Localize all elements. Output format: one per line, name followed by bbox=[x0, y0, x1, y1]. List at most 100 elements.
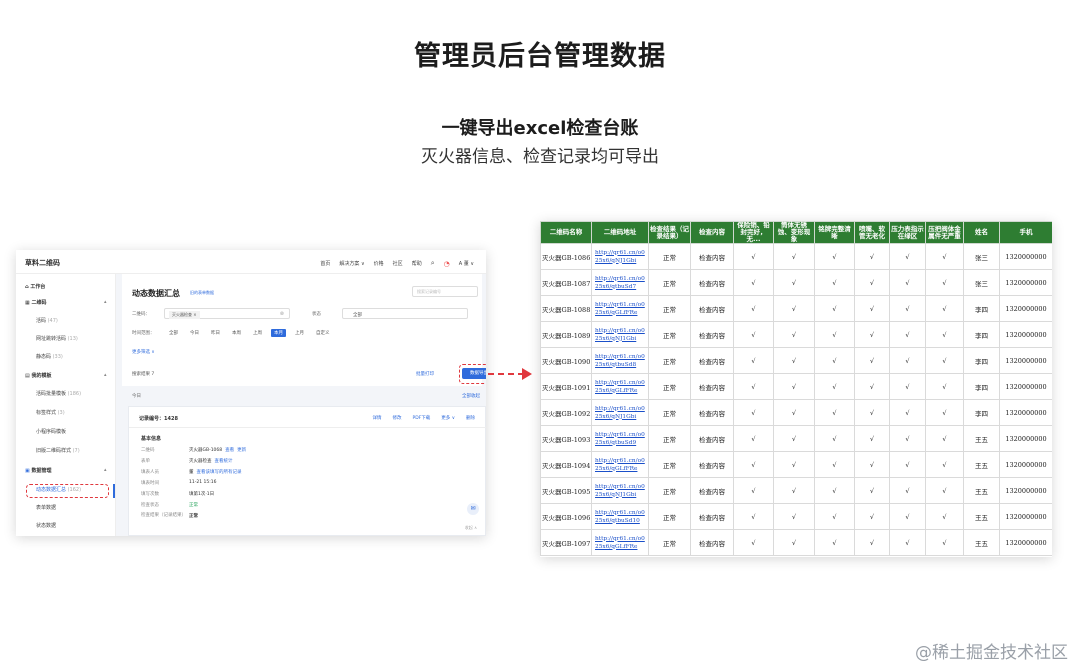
qrcode-url-link[interactable]: http://qr61.cn/o025x6/qNJ1Gbi bbox=[591, 477, 649, 504]
sidebar-group-label: 二维码 bbox=[31, 300, 47, 306]
detail-link[interactable]: 详情 bbox=[372, 415, 381, 421]
qrcode-url-link[interactable]: http://qr61.cn/o025x6/qtbuSd7 bbox=[591, 269, 649, 296]
chevron-up-icon[interactable]: ▴ bbox=[104, 299, 107, 305]
table-header-cell: 筒体无锈蚀、变形现象 bbox=[773, 221, 815, 244]
chevron-up-icon[interactable]: ▴ bbox=[104, 372, 107, 378]
qrcode-url-link[interactable]: http://qr61.cn/o025x6/qtbuSd8 bbox=[591, 347, 649, 374]
chat-icon[interactable]: ✉ bbox=[467, 503, 479, 515]
qrcode-url-link[interactable]: http://qr61.cn/o025x6/qGLfFRe bbox=[591, 451, 649, 478]
time-option-all[interactable]: 全部 bbox=[169, 330, 178, 336]
table-cell: √ bbox=[925, 477, 964, 504]
edit-link[interactable]: 修改 bbox=[392, 415, 401, 421]
table-header-cell: 检查内容 bbox=[690, 221, 734, 244]
sidebar-item-url-qrcode[interactable]: 网址跳转活码 (13) bbox=[36, 335, 78, 342]
table-cell: 王五 bbox=[963, 425, 1000, 452]
app-brand[interactable]: 草料二维码 bbox=[25, 258, 60, 268]
info-key: 填表时间 bbox=[141, 481, 159, 486]
qrcode-url-link[interactable]: http://qr61.cn/o025x6/qtbuSd9 bbox=[591, 425, 649, 452]
table-cell: √ bbox=[925, 451, 964, 478]
qrcode-url-link[interactable]: http://qr61.cn/o025x6/qGLfFRe bbox=[591, 373, 649, 400]
data-export-button[interactable]: 数据导出 bbox=[462, 368, 486, 379]
clear-icon[interactable]: ⊗ bbox=[280, 311, 284, 317]
table-cell: √ bbox=[733, 373, 774, 400]
qrcode-url-link[interactable]: http://qr61.cn/o025x6/qtbuSd10 bbox=[591, 503, 649, 530]
table-row: 灭火器GB-1088 http://qr61.cn/o025x6/qGLfFRe 正… bbox=[540, 295, 1052, 322]
nav-help[interactable]: 帮助 bbox=[412, 260, 422, 267]
info-key: 填表人员 bbox=[141, 470, 159, 475]
nav-solutions[interactable]: 解决方案 ∨ bbox=[339, 260, 364, 267]
nav-home[interactable]: 首页 bbox=[320, 260, 330, 267]
status-filter-select[interactable]: 全部 bbox=[342, 308, 468, 319]
sidebar-item-status-data[interactable]: 状态数据 bbox=[36, 522, 56, 529]
record-number: 记录编号：1428 bbox=[139, 416, 178, 422]
sidebar-group-data[interactable]: ▣ 数据管理 bbox=[25, 467, 52, 474]
table-cell: 王五 bbox=[963, 529, 1000, 556]
time-option-this-week[interactable]: 本周 bbox=[232, 330, 241, 336]
record-actions: 详情 修改 PDF下载 更多 ∨ 删除 bbox=[372, 415, 475, 421]
sidebar-item-label: 活码批量模板 bbox=[36, 391, 67, 397]
table-cell: √ bbox=[773, 373, 815, 400]
record-search-input[interactable]: 搜索记录编号 bbox=[412, 286, 478, 297]
qrcode-url-link[interactable]: http://qr61.cn/o025x6/qGLfFRe bbox=[591, 529, 649, 556]
sidebar-item-label-style[interactable]: 标签样式 (3) bbox=[36, 409, 65, 416]
qrcode-url-link[interactable]: http://qr61.cn/o025x6/qNJ1Gbi bbox=[591, 399, 649, 426]
table-cell: √ bbox=[925, 503, 964, 530]
table-cell: √ bbox=[814, 477, 855, 504]
qrcode-url-link[interactable]: http://qr61.cn/o025x6/qNJ1Gbi bbox=[591, 243, 649, 270]
chevron-up-icon[interactable]: ▴ bbox=[104, 467, 107, 473]
collapse-all-link[interactable]: 全部收起 bbox=[462, 393, 480, 399]
nav-community[interactable]: 社区 bbox=[393, 260, 403, 267]
batch-print-link[interactable]: 批量打印 bbox=[416, 371, 434, 377]
sidebar-item-label: 工作台 bbox=[30, 284, 46, 290]
search-icon[interactable]: ⌕ bbox=[431, 259, 435, 268]
sidebar-item-batch-template[interactable]: 活码批量模板 (186) bbox=[36, 390, 81, 397]
sidebar-group-qrcode[interactable]: ▦ 二维码 bbox=[25, 299, 47, 306]
sidebar-item-qrcode[interactable]: 活码 (47) bbox=[36, 317, 58, 324]
sidebar-group-templates[interactable]: ▤ 我的模板 bbox=[25, 372, 52, 379]
all-records-link[interactable]: 查看该填写的所有记录 bbox=[197, 470, 242, 475]
update-link[interactable]: 更新 bbox=[237, 448, 246, 453]
user-menu[interactable]: A 董 ∨ bbox=[459, 260, 474, 267]
notification-icon[interactable]: ◔ bbox=[444, 260, 450, 268]
table-cell: √ bbox=[889, 373, 926, 400]
table-cell: 正常 bbox=[648, 347, 691, 374]
sidebar-item-form-data[interactable]: 表单数据 bbox=[36, 504, 56, 511]
time-option-yesterday[interactable]: 昨日 bbox=[211, 330, 220, 336]
sidebar-item-workbench[interactable]: ⌂ 工作台 bbox=[25, 283, 45, 290]
qrcode-icon: ▦ bbox=[25, 300, 30, 306]
table-cell: 张三 bbox=[963, 269, 1000, 296]
table-cell: 1320000000 bbox=[999, 529, 1052, 556]
time-option-this-month[interactable]: 本月 bbox=[271, 329, 286, 337]
time-option-custom[interactable]: 自定义 bbox=[316, 330, 330, 336]
old-form-data-link[interactable]: 旧的表单数据 bbox=[190, 290, 214, 296]
nav-pricing[interactable]: 价格 bbox=[374, 260, 384, 267]
table-cell: √ bbox=[854, 269, 890, 296]
pdf-download-link[interactable]: PDF下载 bbox=[412, 415, 430, 421]
table-cell: 检查内容 bbox=[690, 425, 734, 452]
qrcode-filter-tag[interactable]: 灭火器检查 × bbox=[169, 311, 200, 319]
collapse-link[interactable]: 收起 ∧ bbox=[465, 525, 477, 531]
sidebar-item-label: 活码 bbox=[36, 318, 47, 324]
time-option-last-month[interactable]: 上月 bbox=[295, 330, 304, 336]
time-range-label: 时间范围： bbox=[132, 331, 155, 336]
table-header-cell: 压力表指示在绿区 bbox=[889, 221, 926, 244]
top-nav: 首页 解决方案 ∨ 价格 社区 帮助 ⌕ ◔ A 董 ∨ bbox=[320, 259, 474, 268]
more-link[interactable]: 更多 ∨ bbox=[441, 415, 455, 421]
data-icon: ▣ bbox=[25, 468, 30, 474]
view-link[interactable]: 查看 bbox=[225, 448, 234, 453]
qrcode-url-link[interactable]: http://qr61.cn/o025x6/qNJ1Gbi bbox=[591, 321, 649, 348]
table-cell: √ bbox=[854, 373, 890, 400]
qrcode-filter-select[interactable]: 灭火器检查 × ⊗ bbox=[164, 308, 290, 319]
more-filters-link[interactable]: 更多筛选 ∨ bbox=[132, 349, 155, 355]
table-row: 灭火器GB-1096 http://qr61.cn/o025x6/qtbuSd10… bbox=[540, 503, 1052, 530]
sidebar-item-legacy-style[interactable]: 旧版二维码样式 (7) bbox=[36, 447, 80, 454]
table-cell: 灭火器GB-1089 bbox=[540, 321, 592, 348]
sidebar-item-static-qrcode[interactable]: 静态码 (33) bbox=[36, 353, 63, 360]
sidebar-item-miniprogram-template[interactable]: 小程序码模板 bbox=[36, 428, 66, 435]
time-option-today[interactable]: 今日 bbox=[190, 330, 199, 336]
inspection-table: 二维码名称 二维码地址 检查结果（记录结果） 检查内容 保险销、铅封完好，无... 筒体无… bbox=[540, 221, 1052, 556]
stats-link[interactable]: 查看统计 bbox=[215, 459, 233, 464]
qrcode-url-link[interactable]: http://qr61.cn/o025x6/qGLfFRe bbox=[591, 295, 649, 322]
time-option-last-week[interactable]: 上周 bbox=[253, 330, 262, 336]
delete-link[interactable]: 删除 bbox=[466, 415, 475, 421]
